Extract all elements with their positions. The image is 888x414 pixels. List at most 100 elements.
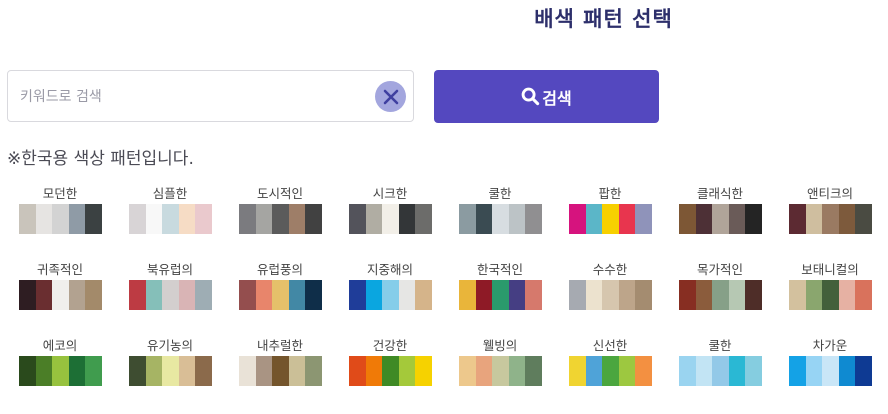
color-swatch — [52, 280, 69, 310]
color-swatch — [382, 204, 399, 234]
color-swatch — [239, 204, 256, 234]
color-swatch — [19, 356, 36, 386]
pattern-name: 보태니컬의 — [801, 262, 859, 277]
color-swatch — [305, 204, 322, 234]
search-icon — [521, 87, 540, 106]
color-swatch — [129, 280, 146, 310]
color-swatch — [602, 356, 619, 386]
pattern-name: 한국적인 — [476, 262, 523, 277]
color-swatch — [635, 280, 652, 310]
color-pattern-card[interactable]: 차가운 — [780, 338, 888, 414]
color-swatch — [162, 356, 179, 386]
color-swatch — [35, 356, 53, 386]
color-pattern-card[interactable]: 지중해의 — [340, 262, 450, 338]
color-swatches — [129, 280, 212, 310]
color-swatch — [635, 204, 652, 234]
color-swatch — [382, 356, 399, 386]
color-swatch — [272, 356, 289, 386]
color-pattern-card[interactable]: 수수한 — [560, 262, 670, 338]
color-pattern-card[interactable]: 쿨한 — [450, 186, 560, 262]
pattern-name: 심플한 — [152, 186, 188, 201]
color-swatch — [129, 356, 146, 386]
color-swatches — [459, 356, 542, 386]
color-swatch — [68, 280, 86, 310]
pattern-name: 시크한 — [372, 186, 408, 201]
color-swatch — [525, 356, 542, 386]
color-swatch — [569, 280, 586, 310]
color-pattern-card[interactable]: 한국적인 — [450, 262, 560, 338]
color-swatch — [288, 280, 306, 310]
color-swatch — [745, 204, 762, 234]
color-swatch — [19, 204, 36, 234]
pattern-name: 차가운 — [812, 338, 848, 353]
color-pattern-card[interactable]: 쿨한 — [670, 338, 780, 414]
search-button[interactable]: 검색 — [434, 70, 659, 123]
color-swatch — [35, 280, 53, 310]
color-pattern-card[interactable]: 심플한 — [120, 186, 230, 262]
pattern-name: 건강한 — [372, 338, 408, 353]
color-swatch — [52, 356, 69, 386]
notice-text: ※한국용 색상 패턴입니다. — [7, 149, 194, 169]
color-swatch — [679, 204, 696, 234]
color-pattern-card[interactable]: 앤티크의 — [780, 186, 888, 262]
color-swatch — [35, 204, 53, 234]
color-swatch — [525, 204, 542, 234]
pattern-name: 모던한 — [42, 186, 78, 201]
color-swatch — [255, 356, 273, 386]
color-pattern-card[interactable]: 팝한 — [560, 186, 670, 262]
color-swatches — [349, 280, 432, 310]
color-pattern-card[interactable]: 보태니컬의 — [780, 262, 888, 338]
color-swatches — [789, 356, 872, 386]
color-swatch — [712, 204, 729, 234]
color-swatch — [745, 356, 762, 386]
color-swatch — [679, 280, 696, 310]
color-swatch — [162, 204, 179, 234]
search-input[interactable] — [18, 71, 372, 123]
color-swatch — [695, 204, 713, 234]
color-pattern-card[interactable]: 북유럽의 — [120, 262, 230, 338]
pattern-name: 귀족적인 — [36, 262, 83, 277]
color-pattern-card[interactable]: 도시적인 — [230, 186, 340, 262]
color-pattern-card[interactable]: 목가적인 — [670, 262, 780, 338]
color-swatches — [459, 280, 542, 310]
color-pattern-card[interactable]: 유기농의 — [120, 338, 230, 414]
pattern-name: 웰빙의 — [482, 338, 518, 353]
color-swatch — [365, 204, 383, 234]
color-pattern-card[interactable]: 유럽풍의 — [230, 262, 340, 338]
color-swatch — [585, 356, 603, 386]
color-swatches — [19, 204, 102, 234]
color-pattern-card[interactable]: 시크한 — [340, 186, 450, 262]
color-swatch — [178, 280, 196, 310]
color-swatches — [349, 356, 432, 386]
color-swatches — [569, 280, 652, 310]
clear-search-button[interactable] — [375, 81, 406, 112]
color-pattern-card[interactable]: 신선한 — [560, 338, 670, 414]
color-pattern-card[interactable]: 클래식한 — [670, 186, 780, 262]
color-swatch — [349, 356, 366, 386]
color-pattern-card[interactable]: 에코의 — [10, 338, 120, 414]
pattern-name: 내추럴한 — [256, 338, 303, 353]
color-swatch — [415, 280, 432, 310]
pattern-name: 유기농의 — [146, 338, 193, 353]
color-swatch — [178, 204, 196, 234]
color-swatches — [679, 356, 762, 386]
color-swatch — [68, 356, 86, 386]
color-pattern-card[interactable]: 모던한 — [10, 186, 120, 262]
color-swatch — [805, 280, 823, 310]
pattern-name: 쿨한 — [488, 186, 512, 201]
color-swatches — [19, 280, 102, 310]
color-pattern-card[interactable]: 웰빙의 — [450, 338, 560, 414]
color-pattern-card[interactable]: 귀족적인 — [10, 262, 120, 338]
color-swatch — [585, 280, 603, 310]
color-swatch — [728, 356, 746, 386]
color-swatch — [349, 280, 366, 310]
pattern-name: 앤티크의 — [806, 186, 853, 201]
color-swatch — [398, 356, 416, 386]
color-pattern-card[interactable]: 내추럴한 — [230, 338, 340, 414]
color-swatch — [789, 356, 806, 386]
color-pattern-card[interactable]: 건강한 — [340, 338, 450, 414]
pattern-name: 유럽풍의 — [256, 262, 303, 277]
color-swatch — [822, 204, 839, 234]
color-swatch — [475, 204, 493, 234]
pattern-name: 쿨한 — [708, 338, 732, 353]
